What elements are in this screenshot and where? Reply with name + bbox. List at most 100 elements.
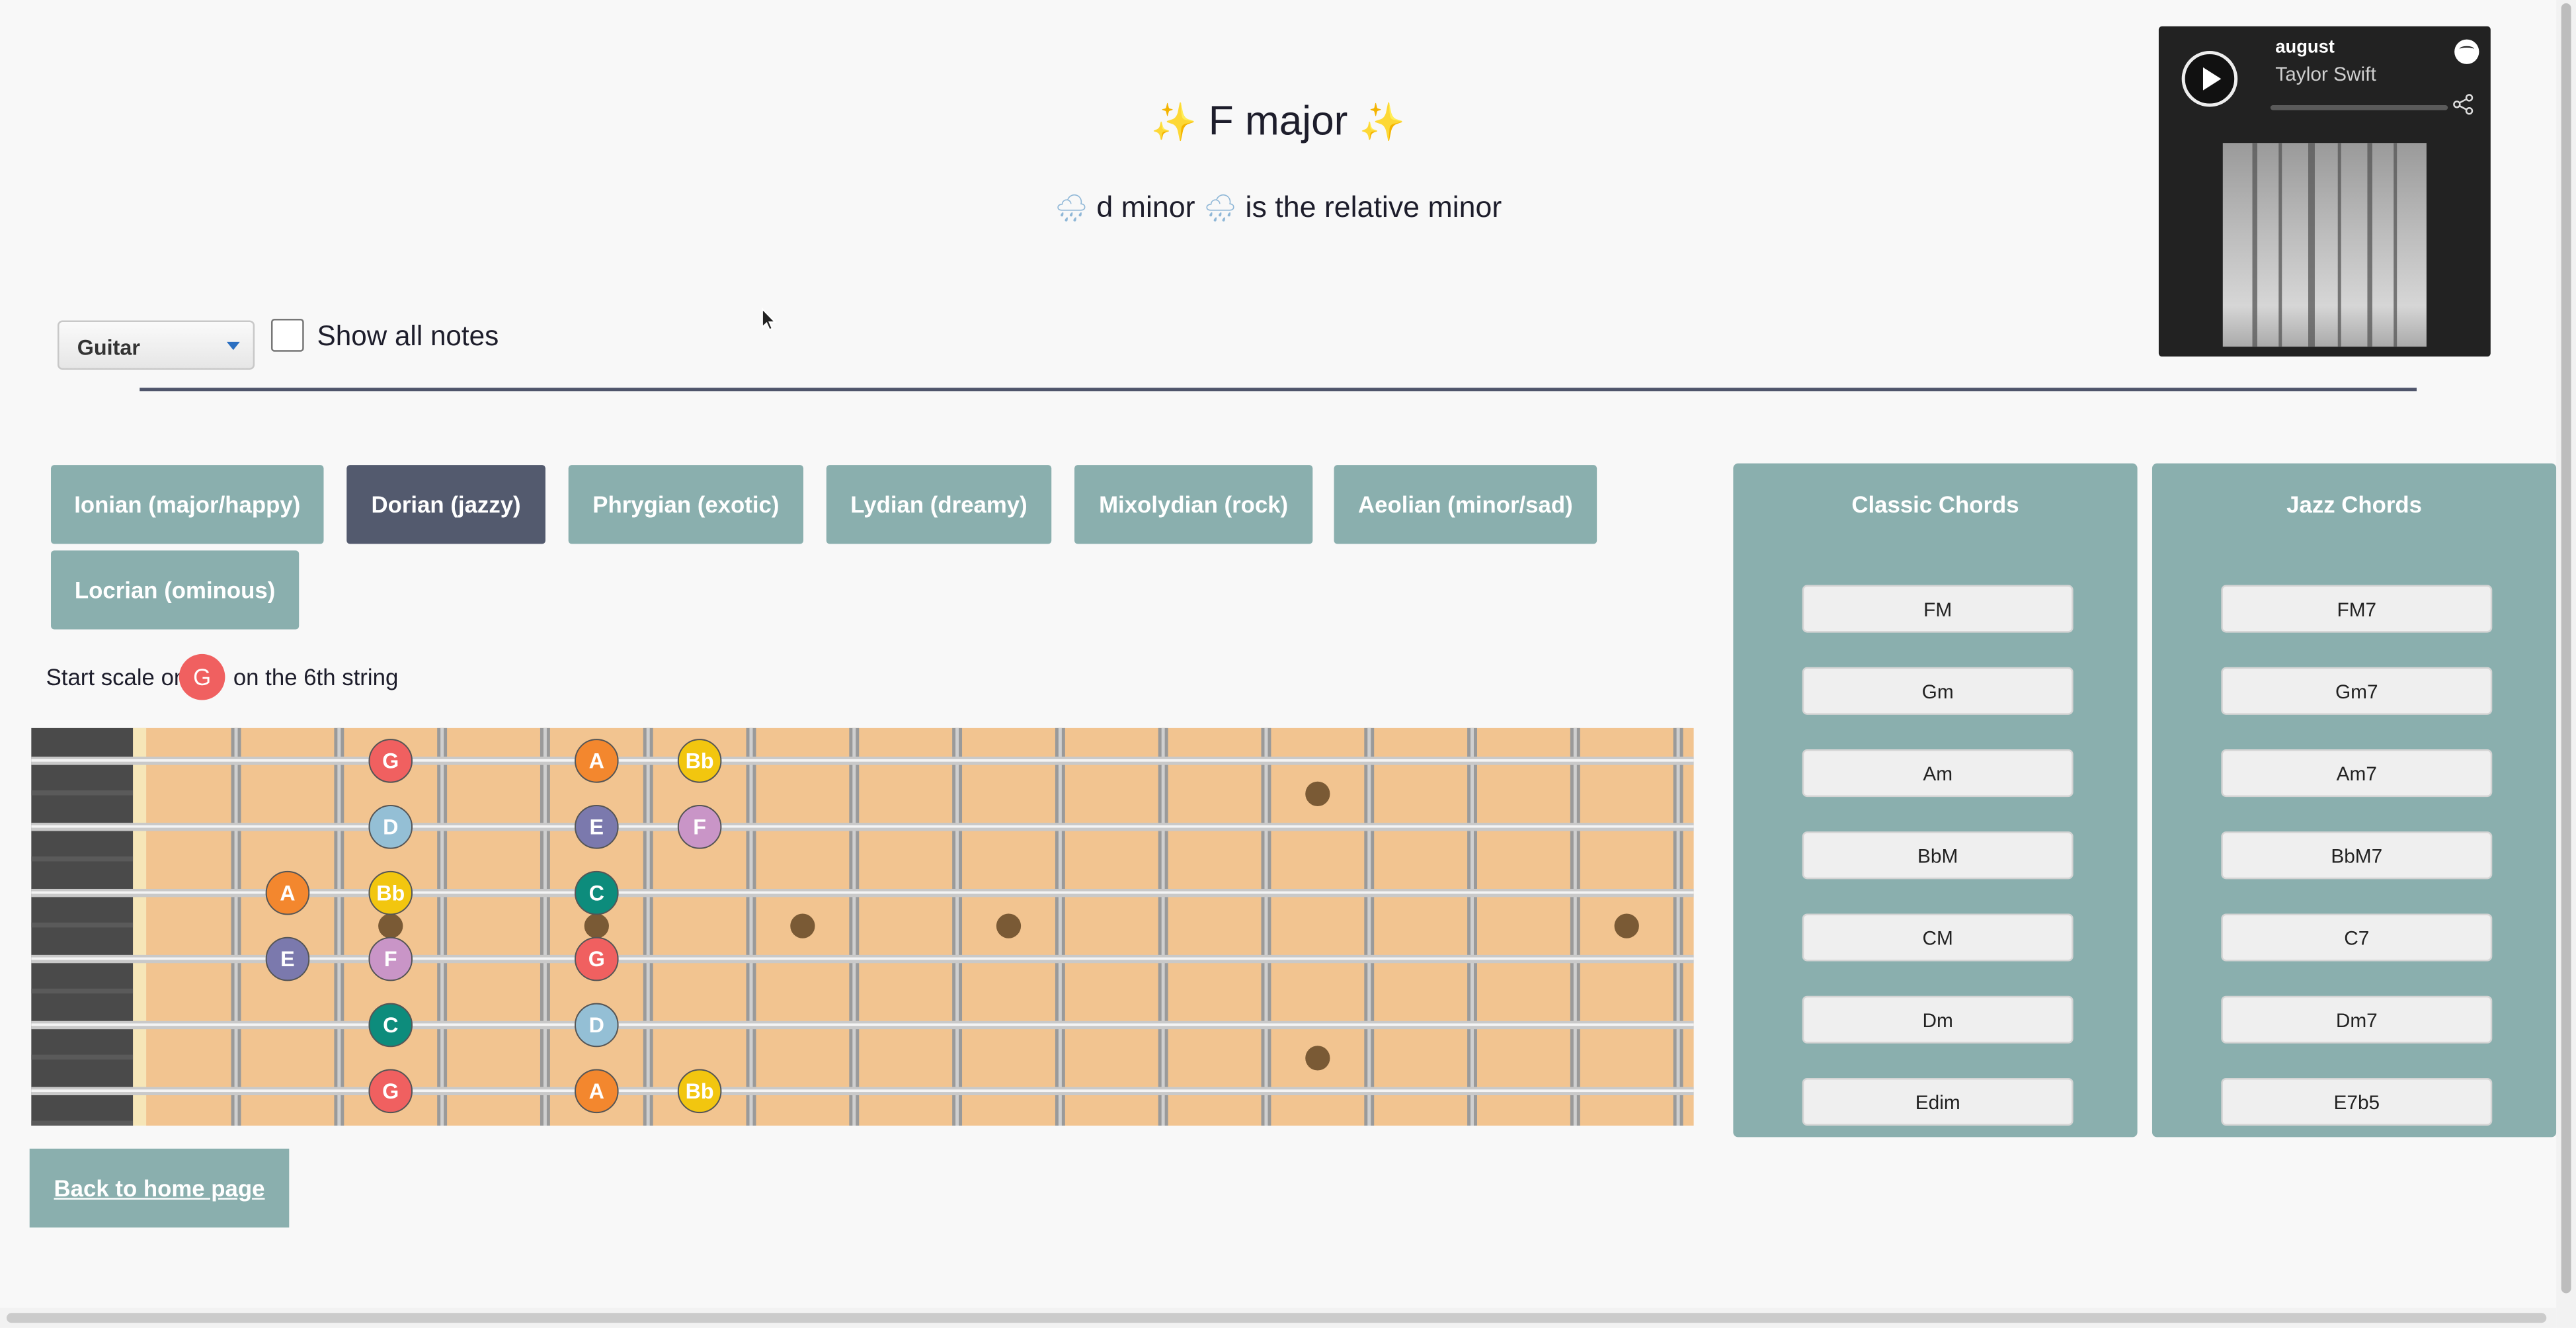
fret-inlay [378, 913, 403, 938]
back-to-home-link[interactable]: Back to home page [29, 1148, 290, 1228]
mode-ionian-button[interactable]: Ionian (major/happy) [51, 465, 324, 544]
note-marker[interactable]: C [368, 1003, 413, 1048]
chord-button[interactable]: FM [1802, 585, 2073, 633]
scrollbar-thumb[interactable] [6, 1313, 2547, 1323]
fretboard[interactable]: G A Bb D E F A Bb C E F G C D G A Bb [31, 727, 1694, 1126]
mode-dorian-button[interactable]: Dorian (jazzy) [346, 465, 545, 544]
divider [140, 388, 2417, 392]
mouse-cursor-icon [760, 307, 777, 337]
headstock-line [31, 922, 134, 928]
fret-wire-highlight [440, 727, 444, 1126]
jazz-chords-panel: Jazz Chords FM7 Gm7 Am7 BbM7 C7 Dm7 E7b5 [2152, 463, 2557, 1138]
note-marker[interactable]: E [265, 936, 310, 981]
chord-button[interactable]: FM7 [2221, 585, 2493, 633]
note-marker[interactable]: G [368, 1069, 413, 1114]
rain-cloud-icon: 🌧 [1203, 194, 1238, 224]
chord-button[interactable]: Am [1802, 749, 2073, 798]
chord-button[interactable]: Gm [1802, 667, 2073, 715]
note-marker[interactable]: E [575, 805, 619, 849]
chord-button[interactable]: Am7 [2221, 749, 2493, 798]
mode-mixolydian-button[interactable]: Mixolydian (rock) [1074, 465, 1313, 544]
string-highlight [31, 1089, 1694, 1093]
fret-inlay [790, 913, 815, 938]
note-marker[interactable]: D [368, 805, 413, 849]
chord-button[interactable]: C7 [2221, 913, 2493, 962]
show-all-notes-checkbox[interactable] [270, 319, 304, 352]
chord-button[interactable]: Dm7 [2221, 995, 2493, 1044]
chevron-down-icon [226, 341, 240, 351]
fret-wire-highlight [1573, 727, 1577, 1126]
note-label: G [382, 1079, 399, 1103]
fret-inlay [1305, 781, 1330, 806]
relative-minor-text: is the relative minor [1245, 190, 1502, 224]
fret-wire-highlight [1367, 727, 1371, 1126]
fret-wire-highlight [749, 727, 753, 1126]
fret-wire-highlight [234, 727, 238, 1126]
note-marker[interactable]: F [368, 936, 413, 981]
instrument-select[interactable]: Guitar [57, 320, 255, 370]
chord-button[interactable]: CM [1802, 913, 2073, 962]
note-marker[interactable]: A [265, 870, 310, 915]
horizontal-scrollbar[interactable] [0, 1307, 2557, 1328]
note-label: F [693, 815, 706, 839]
title-text: F major [1208, 99, 1348, 145]
chord-button[interactable]: E7b5 [2221, 1077, 2493, 1126]
fret-wire-highlight [1264, 727, 1268, 1126]
note-marker[interactable]: G [575, 936, 619, 981]
note-label: G [382, 749, 399, 773]
share-icon[interactable] [2453, 94, 2476, 117]
note-label: A [589, 1079, 604, 1103]
start-note-selector[interactable]: G [179, 653, 225, 700]
track-artist[interactable]: Taylor Swift [2275, 62, 2376, 85]
scrollbar-thumb[interactable] [2561, 3, 2571, 1294]
progress-bar[interactable] [2270, 105, 2448, 110]
note-marker[interactable]: A [575, 739, 619, 783]
chord-button[interactable]: BbM [1802, 831, 2073, 880]
chord-button[interactable]: BbM7 [2221, 831, 2493, 880]
note-marker[interactable]: C [575, 870, 619, 915]
note-label: Bb [376, 881, 405, 905]
vertical-scrollbar[interactable] [2556, 0, 2576, 1328]
note-marker[interactable]: F [677, 805, 722, 849]
spotify-player[interactable]: august Taylor Swift [2158, 26, 2491, 357]
note-label: F [384, 947, 397, 971]
note-label: C [383, 1013, 398, 1037]
track-title[interactable]: august [2275, 38, 2335, 58]
fret-wire-highlight [646, 727, 650, 1126]
mode-aeolian-button[interactable]: Aeolian (minor/sad) [1334, 465, 1597, 544]
play-icon[interactable] [2181, 51, 2238, 107]
mode-locrian-button[interactable]: Locrian (ominous) [51, 550, 300, 630]
spotify-logo-icon[interactable] [2454, 39, 2479, 64]
note-label: G [588, 947, 605, 971]
fret-inlay [584, 913, 609, 938]
sparkles-icon: ✨ [1150, 102, 1197, 144]
note-label: C [589, 881, 604, 905]
note-marker[interactable]: Bb [677, 1069, 722, 1114]
page: ✨ F major ✨ 🌧 d minor 🌧 is the relative … [0, 0, 2576, 1328]
mode-phrygian-button[interactable]: Phrygian (exotic) [568, 465, 804, 544]
chord-button[interactable]: Dm [1802, 995, 2073, 1044]
note-marker[interactable]: D [575, 1003, 619, 1048]
mode-lydian-button[interactable]: Lydian (dreamy) [826, 465, 1052, 544]
note-marker[interactable]: Bb [368, 870, 413, 915]
fret-wire-highlight [1058, 727, 1062, 1126]
jazz-chords-title: Jazz Chords [2286, 491, 2423, 518]
chord-button[interactable]: Edim [1802, 1077, 2073, 1126]
note-marker[interactable]: Bb [677, 739, 722, 783]
album-art[interactable] [2222, 143, 2427, 347]
note-marker[interactable]: G [368, 739, 413, 783]
chord-button[interactable]: Gm7 [2221, 667, 2493, 715]
show-all-notes-label[interactable]: Show all notes [317, 321, 499, 354]
classic-chords-panel: Classic Chords FM Gm Am BbM CM Dm Edim [1733, 463, 2138, 1138]
fret-wire-highlight [1470, 727, 1474, 1126]
sparkles-icon: ✨ [1359, 102, 1406, 144]
note-label: A [280, 881, 295, 905]
note-marker[interactable]: A [575, 1069, 619, 1114]
string-highlight [31, 1023, 1694, 1026]
fret-wire-highlight [852, 727, 856, 1126]
rain-cloud-icon: 🌧 [1054, 194, 1088, 224]
fret-wire-highlight [955, 727, 959, 1126]
nut [133, 727, 147, 1126]
note-label: Bb [686, 749, 714, 773]
headstock-line [31, 790, 134, 796]
